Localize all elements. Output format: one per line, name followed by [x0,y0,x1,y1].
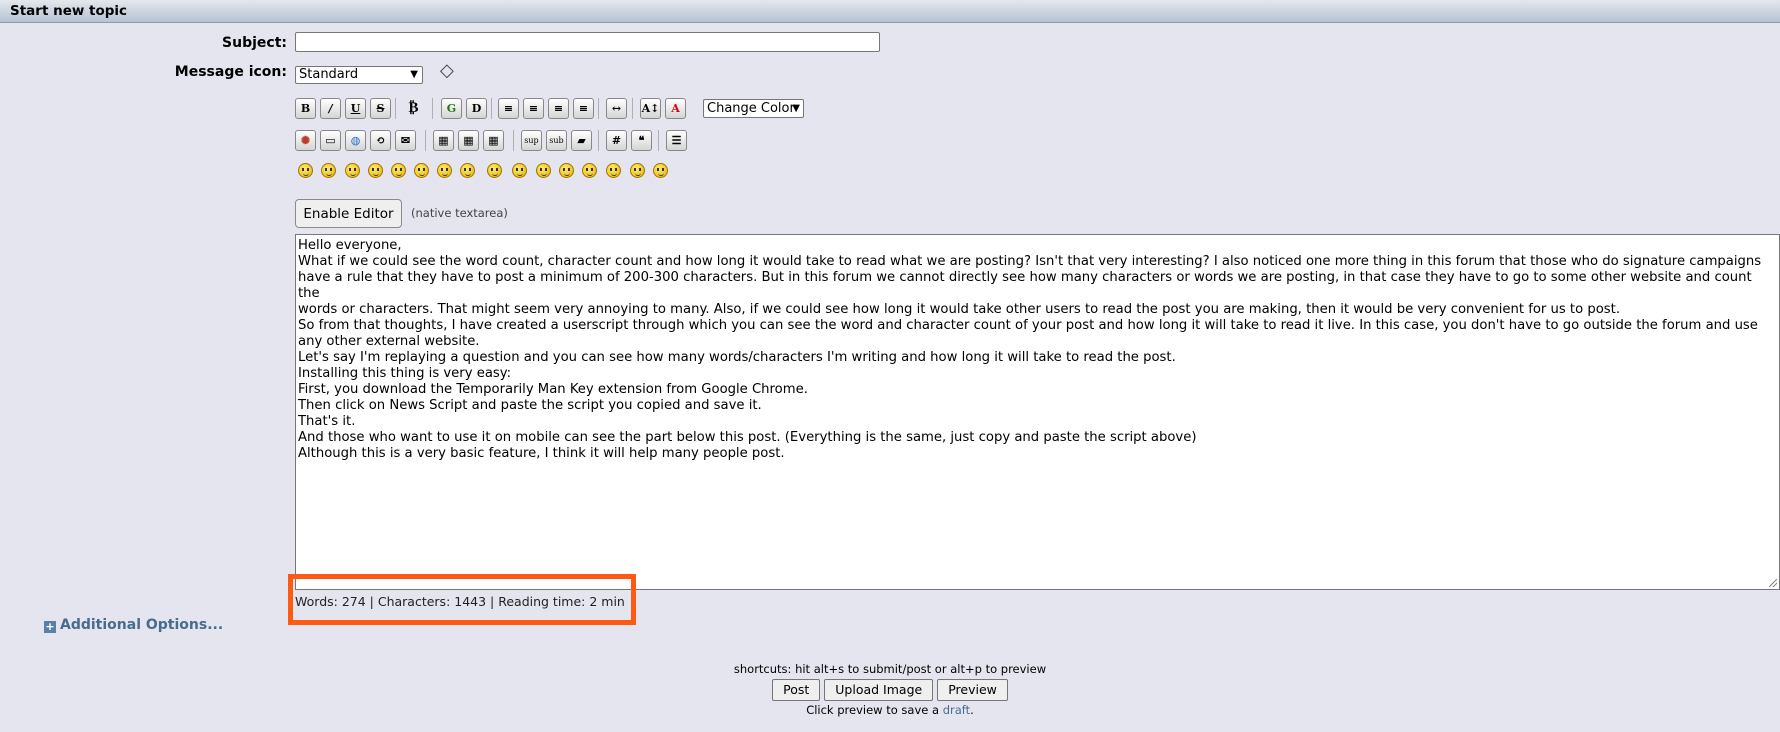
additional-options-link[interactable]: + Additional Options... [44,617,223,633]
toolbar-separator [491,98,492,119]
chevron-down-icon: ▼ [792,103,800,114]
shortcuts-hint: shortcuts: hit alt+s to submit/post or a… [733,662,1047,676]
change-color-select-value: Change Color [707,101,795,116]
expand-plus-icon: + [44,620,56,633]
smiley-icon[interactable] [414,163,429,178]
preview-button[interactable]: Preview [937,679,1008,701]
toolbar-separator [658,130,659,151]
toolbar-separator [513,130,514,151]
font-face-button[interactable]: A [665,98,686,119]
page-title: Start new topic [0,0,1780,23]
align-right-button[interactable]: ≡ [573,98,594,119]
message-line: Let's say I'm replaying a question and y… [298,350,1176,365]
table-row-button[interactable]: ▦ [458,130,479,151]
bitcoin-button[interactable]: ₿ [403,98,424,119]
resize-handle-icon[interactable] [1769,579,1777,587]
upload-image-button[interactable]: Upload Image [824,679,934,701]
code-button[interactable]: # [606,130,627,151]
subject-label: Subject: [222,35,287,51]
word-count-stats: Words: 274 | Characters: 1443 | Reading … [295,594,625,609]
message-line: have a rule that they have to post a min… [298,270,1752,301]
message-line: Although this is a very basic feature, I… [298,446,785,461]
message-line: First, you download the Temporarily Man … [298,382,808,397]
smiley-icon[interactable] [368,163,383,178]
chevron-down-icon: ▼ [410,69,418,80]
shadow-button[interactable]: D [466,98,487,119]
message-icon-label: Message icon: [174,64,287,80]
enable-editor-button[interactable]: Enable Editor [295,199,402,228]
draft-note-suffix: . [970,703,974,717]
message-line: That's it. [298,414,356,429]
quote-button[interactable]: ❝ [631,130,652,151]
draft-note: Click preview to save a draft. [0,703,1780,717]
smiley-icon[interactable] [582,163,597,178]
superscript-button[interactable]: sup [521,130,542,151]
message-line: So from that thoughts, I have created a … [298,318,1758,333]
strikethrough-button[interactable]: S [370,98,391,119]
italic-button[interactable]: / [320,98,341,119]
smiley-icon[interactable] [437,163,452,178]
smiley-icon[interactable] [630,163,645,178]
message-icon-select-value: Standard [299,67,359,82]
glow-button[interactable]: G [441,98,462,119]
message-icon-select[interactable]: Standard ▼ [295,66,423,84]
smiley-icon[interactable] [512,163,527,178]
message-text: Hello everyone, What if we could see the … [298,238,1777,462]
underline-button[interactable]: U [345,98,366,119]
subject-input[interactable] [295,32,880,52]
smiley-icon[interactable] [606,163,621,178]
message-line: What if we could see the word count, cha… [298,254,1762,269]
draft-link[interactable]: draft [943,703,970,717]
toolbar-separator [395,98,396,119]
smiley-icon[interactable] [298,163,313,178]
message-line: Then click on News Script and paste the … [298,398,762,413]
bold-button[interactable]: B [295,98,316,119]
message-line: words or characters. That might seem ver… [298,302,1621,317]
subscript-button[interactable]: sub [546,130,567,151]
smiley-icon[interactable] [321,163,336,178]
smiley-icon[interactable] [559,163,574,178]
change-color-select[interactable]: Change Color ▼ [703,99,804,118]
flash-button[interactable]: ✺ [295,130,316,151]
preformatted-button[interactable]: ≡ [498,98,519,119]
toolbar-separator [632,98,633,119]
post-button[interactable]: Post [772,679,821,701]
message-line: Hello everyone, [298,238,402,253]
list-button[interactable]: ☰ [666,130,687,151]
toolbar-separator [598,98,599,119]
align-center-button[interactable]: ≡ [548,98,569,119]
font-size-button[interactable]: A↕ [640,98,661,119]
align-left-button[interactable]: ≡ [523,98,544,119]
message-icon-preview-icon: ◇ [440,60,454,81]
email-button[interactable]: ✉ [395,130,416,151]
table-column-button[interactable]: ▦ [483,130,504,151]
smiley-icon[interactable] [460,163,475,178]
ftp-button[interactable]: ⟲ [370,130,391,151]
teletype-button[interactable]: ▰ [571,130,592,151]
smiley-icon[interactable] [536,163,551,178]
image-button[interactable]: ▭ [320,130,341,151]
native-textarea-note: (native textarea) [411,206,508,220]
draft-note-prefix: Click preview to save a [806,703,943,717]
message-line: Installing this thing is very easy: [298,366,512,381]
toolbar-separator [425,130,426,151]
smiley-icon[interactable] [487,163,502,178]
additional-options-label: Additional Options... [60,617,224,633]
toolbar-separator [598,130,599,151]
smiley-icon[interactable] [391,163,406,178]
url-button[interactable]: ◍ [345,130,366,151]
message-textarea[interactable]: Hello everyone, What if we could see the … [295,234,1780,590]
submit-button-row: Post Upload Image Preview [0,679,1780,701]
table-button[interactable]: ▦ [433,130,454,151]
smiley-icon[interactable] [345,163,360,178]
horizontal-rule-button[interactable]: ↔ [606,98,627,119]
smiley-icon[interactable] [653,163,668,178]
toolbar-separator [432,98,433,119]
message-line: any other external website. [298,334,480,349]
message-line: And those who want to use it on mobile c… [298,430,1197,445]
